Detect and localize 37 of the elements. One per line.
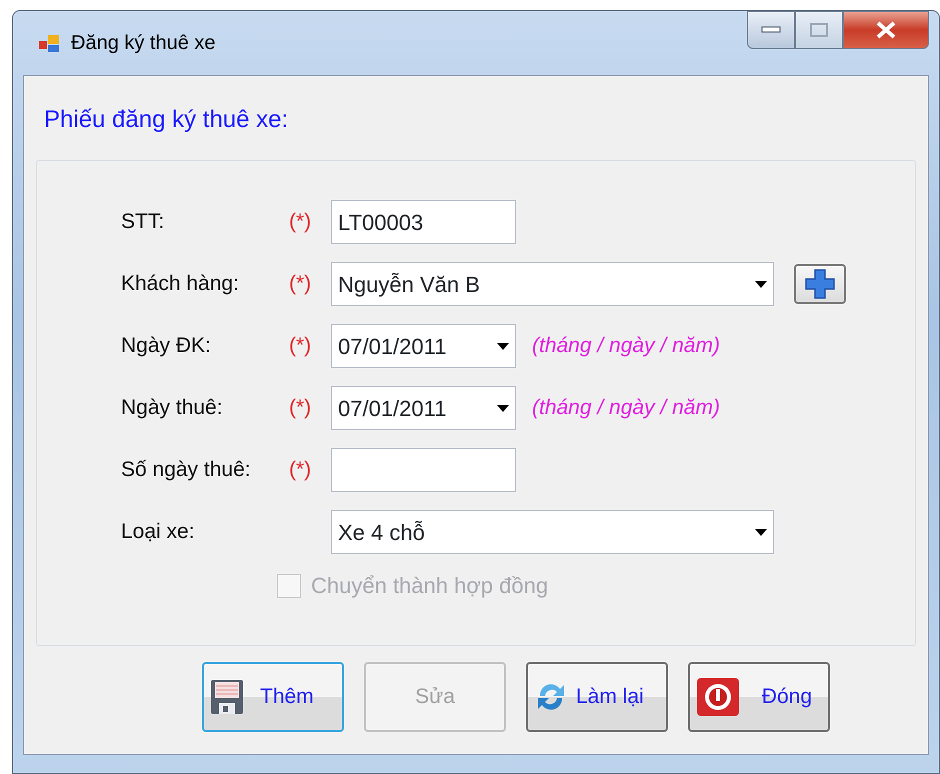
field-label: Ngày thuê: bbox=[121, 395, 224, 422]
field-label: Khách hàng: bbox=[121, 271, 240, 298]
form-heading: Phiếu đăng ký thuê xe: bbox=[44, 106, 288, 133]
date-picker[interactable]: 07/01/2011 bbox=[331, 324, 516, 368]
format-hint: (tháng / ngày / năm) bbox=[532, 395, 720, 422]
format-hint: (tháng / ngày / năm) bbox=[532, 333, 720, 360]
field-label: Loại xe: bbox=[121, 519, 196, 546]
add-button[interactable] bbox=[794, 264, 846, 304]
dropdown-arrow-icon[interactable] bbox=[497, 404, 509, 412]
field-label: Số ngày thuê: bbox=[121, 457, 252, 484]
text-field[interactable] bbox=[331, 448, 516, 492]
dropdown-arrow-icon[interactable] bbox=[497, 342, 509, 350]
required-mark: (*) bbox=[289, 210, 312, 234]
plus-icon bbox=[805, 269, 835, 299]
maximize-icon bbox=[810, 23, 828, 37]
power-icon bbox=[696, 677, 740, 717]
action-button[interactable]: Làm lại bbox=[526, 662, 668, 732]
dropdown-arrow-icon[interactable] bbox=[755, 528, 767, 536]
required-mark: (*) bbox=[289, 272, 312, 296]
minimize-button[interactable] bbox=[747, 11, 795, 49]
required-mark: (*) bbox=[289, 396, 312, 420]
window-title: Đăng ký thuê xe bbox=[71, 31, 216, 56]
required-mark: (*) bbox=[289, 334, 312, 358]
minimize-icon bbox=[761, 26, 781, 34]
app-icon bbox=[39, 33, 61, 53]
dropdown-arrow-icon[interactable] bbox=[755, 280, 767, 288]
action-button[interactable]: Đóng bbox=[688, 662, 830, 732]
field-label: STT: bbox=[121, 209, 166, 236]
required-mark: (*) bbox=[289, 458, 312, 482]
dropdown[interactable]: Xe 4 chỗ bbox=[331, 510, 774, 554]
close-button[interactable] bbox=[843, 11, 929, 49]
action-button[interactable]: Thêm bbox=[202, 662, 344, 732]
text-field[interactable]: LT00003 bbox=[331, 200, 516, 244]
dropdown[interactable]: Nguyễn Văn B bbox=[331, 262, 774, 306]
field-label: Ngày ĐK: bbox=[121, 333, 212, 360]
date-picker[interactable]: 07/01/2011 bbox=[331, 386, 516, 430]
close-icon bbox=[875, 21, 897, 39]
